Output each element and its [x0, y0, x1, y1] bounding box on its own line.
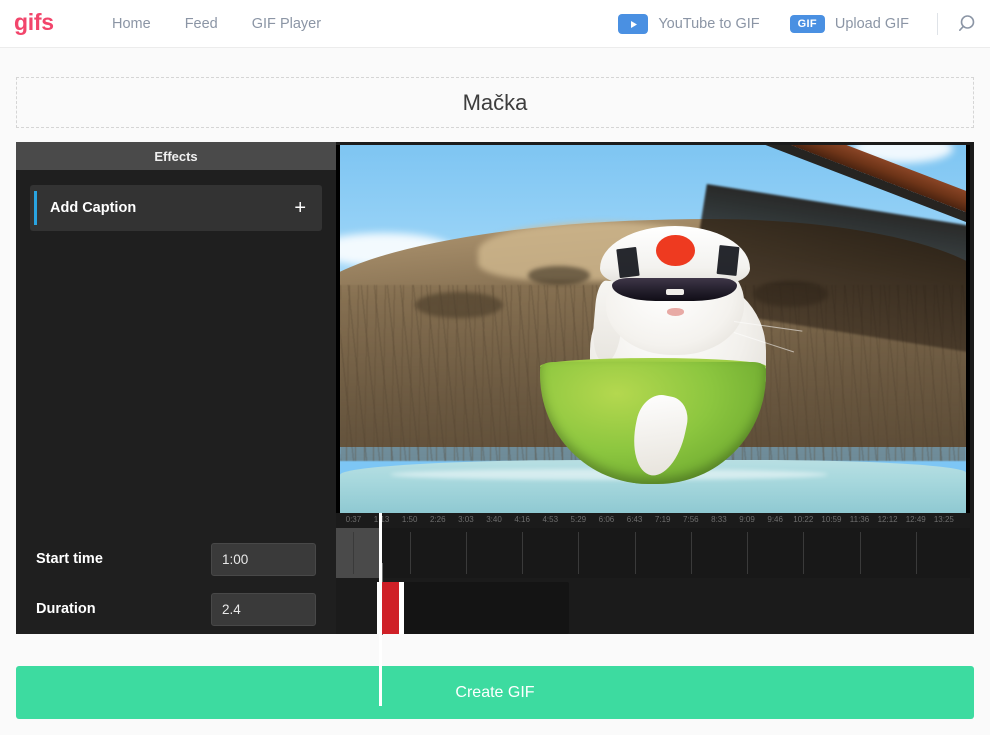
duration-row: Duration	[16, 584, 336, 634]
start-time-label: Start time	[36, 551, 103, 567]
timeline-tick-mark	[353, 532, 355, 574]
timeline-tick-mark	[522, 532, 524, 574]
duration-label: Duration	[36, 601, 96, 617]
sunglasses-bridge	[665, 288, 685, 295]
gif-editor: Effects Add Caption + Start time Duratio…	[16, 142, 974, 706]
timeline-tick-label: 3:40	[486, 515, 502, 524]
timeline-tick-mark	[690, 532, 692, 574]
timeline-tick-label: 5:29	[570, 515, 587, 524]
cap-kanji-left	[616, 246, 640, 279]
timeline-track[interactable]	[336, 528, 970, 578]
plus-icon[interactable]: +	[294, 198, 306, 218]
timeline-selection[interactable]	[381, 582, 400, 634]
timeline-tick-label: 8:33	[711, 515, 727, 524]
timeline-tick-mark	[409, 532, 411, 574]
timeline-tick-mark	[578, 532, 580, 574]
start-time-row: Start time	[16, 534, 336, 584]
timeline-tick-mark	[465, 532, 467, 574]
timeline-tick-mark	[747, 532, 749, 574]
timeline[interactable]: 0:371:131:502:263:033:404:164:535:296:06…	[336, 513, 970, 706]
timeline-tick-mark	[634, 532, 636, 574]
timeline-tick-label: 10:59	[821, 515, 842, 524]
header-divider	[937, 13, 938, 35]
youtube-to-gif-label: YouTube to GIF	[658, 16, 760, 32]
timeline-tick-label: 2:26	[429, 515, 446, 524]
create-gif-button[interactable]: Create GIF	[16, 666, 974, 719]
header-actions: YouTube to GIF GIF Upload GIF	[618, 0, 980, 48]
search-icon[interactable]	[958, 13, 980, 35]
timeline-ruler: 0:371:131:502:263:033:404:164:535:296:06…	[336, 513, 970, 528]
play-triangle-icon	[618, 14, 649, 34]
timeline-tick-label: 3:03	[458, 515, 474, 524]
start-time-input[interactable]	[211, 542, 316, 576]
timeline-selection-strip[interactable]	[336, 582, 970, 634]
timeline-tick-label: 10:22	[793, 515, 814, 524]
gif-title-field[interactable]: Mačka	[16, 77, 974, 128]
scrub-2	[527, 266, 591, 285]
timeline-tick-label: 0:37	[345, 515, 362, 524]
timeline-clip-area[interactable]	[381, 582, 570, 634]
timeline-tick-label: 7:19	[654, 515, 671, 524]
timeline-tick-label: 4:53	[542, 515, 559, 524]
video-frame	[340, 145, 966, 513]
nav-item-feed[interactable]: Feed	[168, 0, 235, 48]
site-header: gifs Home Feed GIF Player YouTube to GIF…	[0, 0, 990, 48]
timeline-tick-mark	[803, 532, 805, 574]
timeline-tick-label: 7:56	[683, 515, 699, 524]
youtube-to-gif-button[interactable]: YouTube to GIF	[618, 14, 760, 34]
timeline-tick-label: 9:09	[739, 515, 755, 524]
preview-column: 0:371:131:502:263:033:404:164:535:296:06…	[336, 142, 974, 706]
timeline-tick-label: 6:43	[626, 515, 643, 524]
upload-gif-label: Upload GIF	[834, 16, 909, 32]
timeline-buffered-region	[336, 528, 381, 578]
nav-item-gif-player[interactable]: GIF Player	[235, 0, 338, 48]
nav-item-home[interactable]: Home	[95, 0, 168, 48]
effect-item-add-caption[interactable]: Add Caption +	[30, 185, 322, 231]
clip-settings-form: Start time Duration	[16, 526, 336, 634]
gif-badge-icon: GIF	[789, 15, 825, 33]
effects-list: Add Caption +	[16, 170, 336, 526]
effect-accent-bar	[34, 191, 37, 225]
selection-handle-right[interactable]	[399, 582, 405, 634]
brand-logo[interactable]: gifs	[14, 9, 54, 36]
timeline-tick-mark	[859, 532, 861, 574]
timeline-tick-label: 9:46	[767, 515, 783, 524]
timeline-tick-label: 12:12	[877, 515, 898, 524]
main-navigation: Home Feed GIF Player	[95, 0, 338, 48]
timeline-tick-label: 1:50	[401, 515, 418, 524]
effect-item-label: Add Caption	[50, 200, 137, 216]
timeline-tick-mark	[915, 532, 917, 574]
video-preview[interactable]	[336, 145, 970, 513]
effects-panel: Effects Add Caption + Start time Duratio…	[16, 142, 336, 634]
timeline-playhead[interactable]	[379, 513, 383, 706]
timeline-tick-label: 11:36	[849, 515, 870, 524]
cap-kanji-right	[716, 245, 740, 277]
timeline-tick-label: 6:06	[598, 515, 615, 524]
page-title: Mačka	[462, 89, 528, 115]
timeline-tick-label: 4:16	[514, 515, 530, 524]
upload-gif-button[interactable]: GIF Upload GIF	[789, 15, 909, 33]
effects-panel-header: Effects	[16, 142, 336, 170]
timeline-tick-label: 12:49	[905, 515, 926, 524]
duration-input[interactable]	[211, 592, 316, 626]
timeline-tick-label: 13:25	[933, 515, 954, 524]
